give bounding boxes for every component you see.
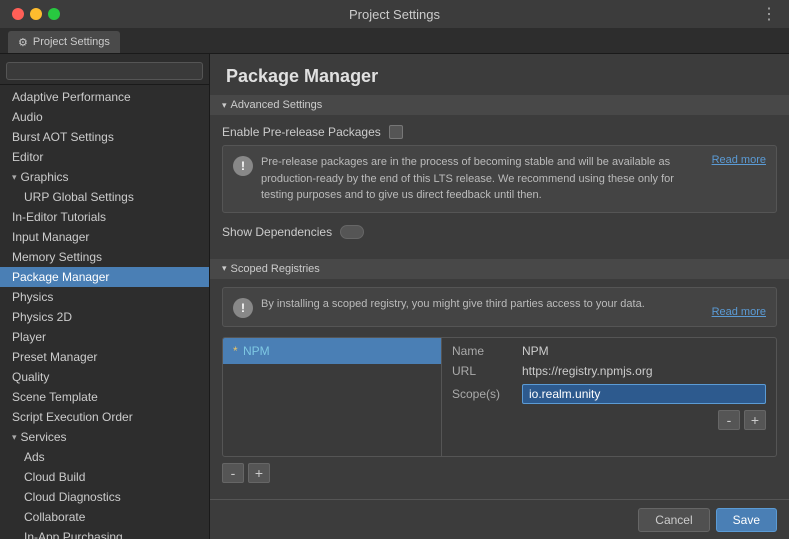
gear-icon: ⚙	[18, 36, 28, 49]
show-dependencies-row: Show Dependencies	[222, 221, 777, 243]
tab-project-settings[interactable]: ⚙ Project Settings	[8, 31, 120, 53]
registry-detail: Name NPM URL https://registry.npmjs.org …	[442, 337, 777, 457]
cancel-button[interactable]: Cancel	[638, 508, 709, 532]
show-dependencies-label: Show Dependencies	[222, 225, 332, 239]
scoped-registries-section: ▾ Scoped Registries ! By installing a sc…	[210, 259, 789, 491]
minimize-button[interactable]	[30, 8, 42, 20]
registry-item-npm[interactable]: * NPM	[223, 338, 441, 364]
registry-bottom: - +	[452, 410, 766, 430]
registry-layout: * NPM Name NPM URL https://reg	[222, 337, 777, 457]
sidebar-item-preset-manager[interactable]: Preset Manager	[0, 347, 209, 367]
sidebar-item-script-execution[interactable]: Script Execution Order	[0, 407, 209, 427]
save-button[interactable]: Save	[716, 508, 777, 532]
registry-add-button[interactable]: +	[248, 463, 270, 483]
info-icon: !	[233, 156, 253, 176]
content-area: Package Manager ▾ Advanced Settings Enab…	[210, 54, 789, 539]
chevron-down-icon: ▾	[222, 100, 227, 111]
sidebar-item-audio[interactable]: Audio	[0, 107, 209, 127]
sidebar-item-urp-global[interactable]: URP Global Settings	[0, 187, 209, 207]
url-value: https://registry.npmjs.org	[522, 364, 766, 378]
show-dependencies-toggle[interactable]	[340, 225, 364, 239]
detail-name-row: Name NPM	[452, 344, 766, 358]
content-bottom-bar: Cancel Save	[210, 499, 789, 539]
scoped-info-text: By installing a scoped registry, you mig…	[261, 296, 766, 318]
maximize-button[interactable]	[48, 8, 60, 20]
sidebar-item-memory-settings[interactable]: Memory Settings	[0, 247, 209, 267]
scoped-info-icon: !	[233, 298, 253, 318]
registry-list: * NPM	[222, 337, 442, 457]
chevron-down-icon: ▾	[12, 432, 17, 443]
name-value: NPM	[522, 344, 766, 358]
url-label: URL	[452, 364, 522, 378]
menu-icon[interactable]: ⋮	[761, 4, 777, 24]
scopes-label: Scope(s)	[452, 387, 522, 401]
enable-prerelease-label: Enable Pre-release Packages	[222, 125, 381, 139]
sidebar-item-adaptive-performance[interactable]: Adaptive Performance	[0, 87, 209, 107]
sidebar-item-cloud-build[interactable]: Cloud Build	[0, 467, 209, 487]
sidebar-item-physics-2d[interactable]: Physics 2D	[0, 307, 209, 327]
scoped-info-box: ! By installing a scoped registry, you m…	[222, 287, 777, 327]
detail-url-row: URL https://registry.npmjs.org	[452, 364, 766, 378]
detail-remove-button[interactable]: -	[718, 410, 740, 430]
sidebar-item-quality[interactable]: Quality	[0, 367, 209, 387]
advanced-settings-header[interactable]: ▾ Advanced Settings	[210, 95, 789, 115]
name-label: Name	[452, 344, 522, 358]
chevron-down-icon: ▾	[12, 172, 17, 183]
prerelease-info-box: ! Pre-release packages are in the proces…	[222, 145, 777, 213]
sidebar: Adaptive Performance Audio Burst AOT Set…	[0, 54, 210, 539]
registry-list-buttons: - +	[222, 463, 777, 483]
registry-remove-button[interactable]: -	[222, 463, 244, 483]
sidebar-item-label: Graphics	[21, 170, 69, 184]
enable-prerelease-checkbox[interactable]	[389, 125, 403, 139]
prerelease-info-text: Pre-release packages are in the process …	[261, 154, 704, 204]
sidebar-item-in-editor-tutorials[interactable]: In-Editor Tutorials	[0, 207, 209, 227]
asterisk-icon: *	[233, 344, 238, 358]
scoped-read-more[interactable]: Read more	[712, 306, 766, 318]
detail-scopes-row: Scope(s)	[452, 384, 766, 404]
sidebar-search-container	[0, 58, 209, 85]
scopes-input[interactable]	[522, 384, 766, 404]
window-title: Project Settings	[349, 7, 440, 22]
registry-item-label: NPM	[243, 344, 270, 358]
advanced-settings-section: ▾ Advanced Settings Enable Pre-release P…	[210, 95, 789, 251]
close-button[interactable]	[12, 8, 24, 20]
sidebar-item-graphics[interactable]: ▾ Graphics	[0, 167, 209, 187]
sidebar-item-cloud-diagnostics[interactable]: Cloud Diagnostics	[0, 487, 209, 507]
title-bar: Project Settings ⋮	[0, 0, 789, 28]
sidebar-item-label: Services	[21, 430, 67, 444]
tab-bar: ⚙ Project Settings	[0, 28, 789, 54]
sidebar-item-input-manager[interactable]: Input Manager	[0, 227, 209, 247]
detail-add-button[interactable]: +	[744, 410, 766, 430]
sidebar-item-in-app-purchasing[interactable]: In-App Purchasing	[0, 527, 209, 539]
sidebar-item-package-manager[interactable]: Package Manager	[0, 267, 209, 287]
sidebar-item-burst-aot[interactable]: Burst AOT Settings	[0, 127, 209, 147]
window-controls	[12, 8, 60, 20]
sidebar-item-editor[interactable]: Editor	[0, 147, 209, 167]
sidebar-item-collaborate[interactable]: Collaborate	[0, 507, 209, 527]
advanced-settings-label: Advanced Settings	[231, 99, 323, 111]
prerelease-read-more[interactable]: Read more	[712, 154, 766, 166]
sidebar-item-ads[interactable]: Ads	[0, 447, 209, 467]
scoped-registries-body: ! By installing a scoped registry, you m…	[210, 279, 789, 491]
tab-label: Project Settings	[33, 36, 110, 48]
enable-prerelease-row: Enable Pre-release Packages	[222, 123, 777, 145]
detail-add-remove-buttons: - +	[718, 410, 766, 430]
sidebar-item-player[interactable]: Player	[0, 327, 209, 347]
sidebar-item-scene-template[interactable]: Scene Template	[0, 387, 209, 407]
scoped-registries-header[interactable]: ▾ Scoped Registries	[210, 259, 789, 279]
scoped-registries-label: Scoped Registries	[231, 263, 320, 275]
chevron-down-icon: ▾	[222, 263, 227, 274]
sidebar-item-physics[interactable]: Physics	[0, 287, 209, 307]
sidebar-item-services[interactable]: ▾ Services	[0, 427, 209, 447]
advanced-settings-body: Enable Pre-release Packages ! Pre-releas…	[210, 115, 789, 251]
main-layout: Adaptive Performance Audio Burst AOT Set…	[0, 54, 789, 539]
page-title: Package Manager	[210, 54, 789, 95]
search-input[interactable]	[6, 62, 203, 80]
